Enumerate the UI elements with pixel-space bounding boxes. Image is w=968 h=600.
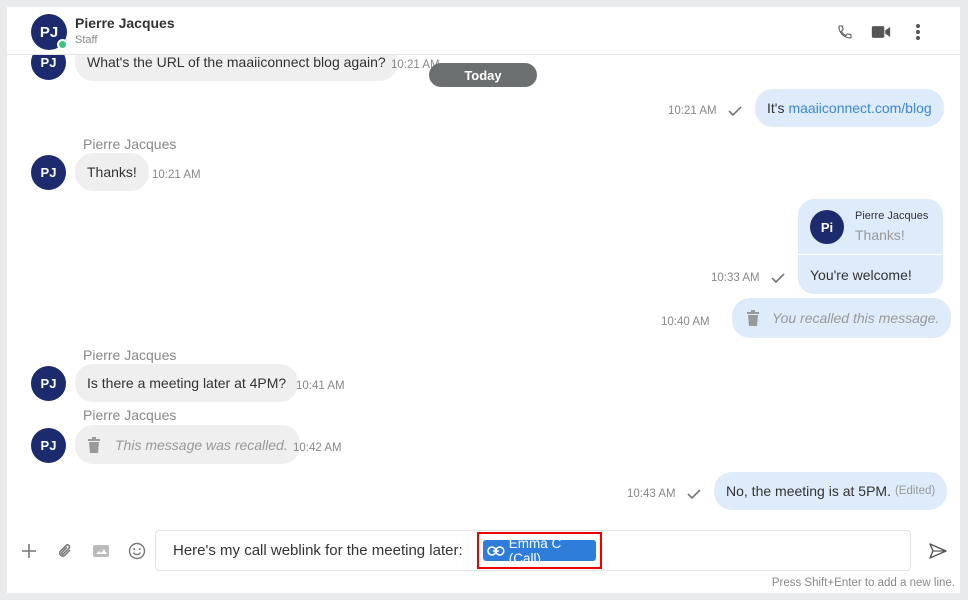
message-bubble[interactable]: Is there a meeting later at 4PM? (75, 364, 299, 402)
plus-icon[interactable] (18, 540, 40, 562)
checkmark-icon (687, 489, 701, 499)
message-bubble[interactable]: Thanks! (75, 153, 149, 191)
message-time: 10:21 AM (668, 105, 717, 117)
sender-name: Pierre Jacques (83, 407, 177, 423)
sender-name: Pierre Jacques (83, 347, 177, 363)
message-time: 10:21 AM (152, 169, 201, 181)
input-hint: Press Shift+Enter to add a new line. (771, 577, 955, 589)
call-weblink-chip[interactable]: Emma C (Call) (483, 536, 596, 566)
quoted-message[interactable]: Pi Pierre Jacques Thanks! (798, 199, 943, 255)
message-time: 10:40 AM (661, 316, 710, 328)
contact-avatar[interactable]: PJ (31, 14, 68, 50)
message-time: 10:43 AM (627, 488, 676, 500)
avatar[interactable]: PJ (31, 366, 66, 401)
quoted-sender-name: Pierre Jacques (855, 210, 929, 222)
quoted-text: Thanks! (855, 227, 905, 243)
chat-window: PJ What's the URL of the maaiiconnect bl… (7, 7, 960, 593)
paperclip-icon[interactable] (54, 540, 76, 562)
recalled-message-bubble[interactable]: This message was recalled. (75, 425, 300, 464)
message-time: 10:33 AM (711, 272, 760, 284)
checkmark-icon (728, 106, 742, 116)
recalled-message-bubble[interactable]: You recalled this message. (732, 298, 952, 338)
date-separator: Today (429, 63, 537, 87)
edited-label: (Edited) (894, 485, 936, 497)
avatar[interactable]: PJ (31, 428, 66, 463)
gif-icon[interactable] (90, 540, 112, 562)
link-icon (487, 545, 505, 556)
phone-icon[interactable] (834, 21, 856, 43)
reply-message-bubble[interactable]: Pi Pierre Jacques Thanks! You're welcome… (798, 199, 943, 294)
message-bubble[interactable]: No, the meeting is at 5PM. (Edited) (714, 472, 948, 510)
contact-name[interactable]: Pierre Jacques (75, 15, 175, 31)
quoted-avatar: Pi (810, 210, 844, 244)
video-icon[interactable] (870, 21, 892, 43)
reply-text: You're welcome! (810, 267, 912, 283)
message-time: 10:42 AM (293, 442, 342, 454)
send-icon[interactable] (927, 540, 949, 562)
trash-icon (88, 436, 100, 453)
message-time: 10:41 AM (296, 380, 345, 392)
message-bubble[interactable]: It's maaiiconnect.com/blog (755, 89, 944, 127)
contact-role: Staff (75, 34, 98, 46)
highlight-box: Emma C (Call) (477, 532, 602, 569)
smiley-icon[interactable] (126, 540, 148, 562)
chat-header: PJ Pierre Jacques Staff (7, 7, 960, 55)
message-link[interactable]: maaiiconnect.com/blog (788, 100, 931, 116)
more-vertical-icon[interactable] (907, 21, 929, 43)
avatar[interactable]: PJ (31, 155, 66, 190)
trash-icon (747, 310, 759, 326)
checkmark-icon (771, 273, 785, 283)
online-status-dot (57, 39, 68, 50)
sender-name: Pierre Jacques (83, 136, 177, 152)
